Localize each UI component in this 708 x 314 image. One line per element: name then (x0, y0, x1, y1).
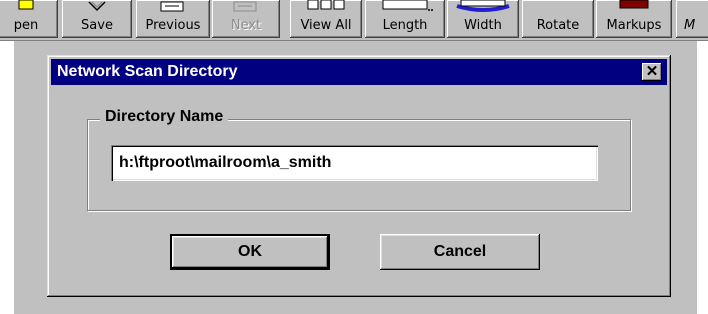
previous-button[interactable]: Previous (136, 0, 210, 38)
previous-button-label: Previous (145, 18, 201, 33)
toolbar: pen Save Previous Next View All Length W… (0, 0, 708, 41)
view-all-icon (304, 0, 348, 18)
width-button-label: Width (464, 18, 502, 33)
open-button[interactable]: pen (0, 0, 58, 38)
markups-icon (614, 0, 654, 18)
next-page-icon (228, 0, 264, 18)
close-button[interactable]: ✕ (642, 63, 662, 81)
previous-page-icon (155, 0, 191, 18)
markups-button-label: Markups (606, 18, 662, 33)
save-icon (82, 0, 112, 20)
close-icon: ✕ (645, 63, 659, 80)
length-icon (375, 0, 435, 18)
network-scan-directory-dialog: Network Scan Directory ✕ Directory Name … (47, 55, 671, 297)
markups-button[interactable]: Markups (596, 0, 672, 38)
view-all-button-label: View All (300, 18, 352, 33)
dialog-title-bar[interactable]: Network Scan Directory ✕ (51, 59, 667, 85)
next-button[interactable]: Next (212, 0, 280, 38)
more-button[interactable]: M (676, 0, 708, 38)
length-button-label: Length (382, 18, 428, 33)
rotate-button-label: Rotate (536, 18, 580, 33)
ok-button[interactable]: OK (170, 234, 330, 270)
ok-button-label: OK (238, 243, 262, 260)
cancel-button-label: Cancel (433, 243, 487, 260)
more-button-label: M (684, 18, 696, 33)
save-button-label: Save (81, 18, 113, 33)
open-folder-icon (11, 0, 41, 18)
view-all-button[interactable]: View All (290, 0, 362, 38)
directory-name-input[interactable] (111, 145, 598, 181)
open-button-label: pen (13, 18, 39, 33)
rotate-button[interactable]: Rotate (522, 0, 594, 38)
dialog-title: Network Scan Directory (57, 63, 238, 80)
directory-name-label: Directory Name (100, 108, 229, 126)
next-button-label: Next (230, 18, 262, 33)
length-button[interactable]: Length (365, 0, 445, 38)
width-button[interactable]: Width (447, 0, 519, 38)
width-icon (453, 0, 513, 18)
save-button[interactable]: Save (62, 0, 132, 38)
cancel-button[interactable]: Cancel (380, 234, 540, 270)
